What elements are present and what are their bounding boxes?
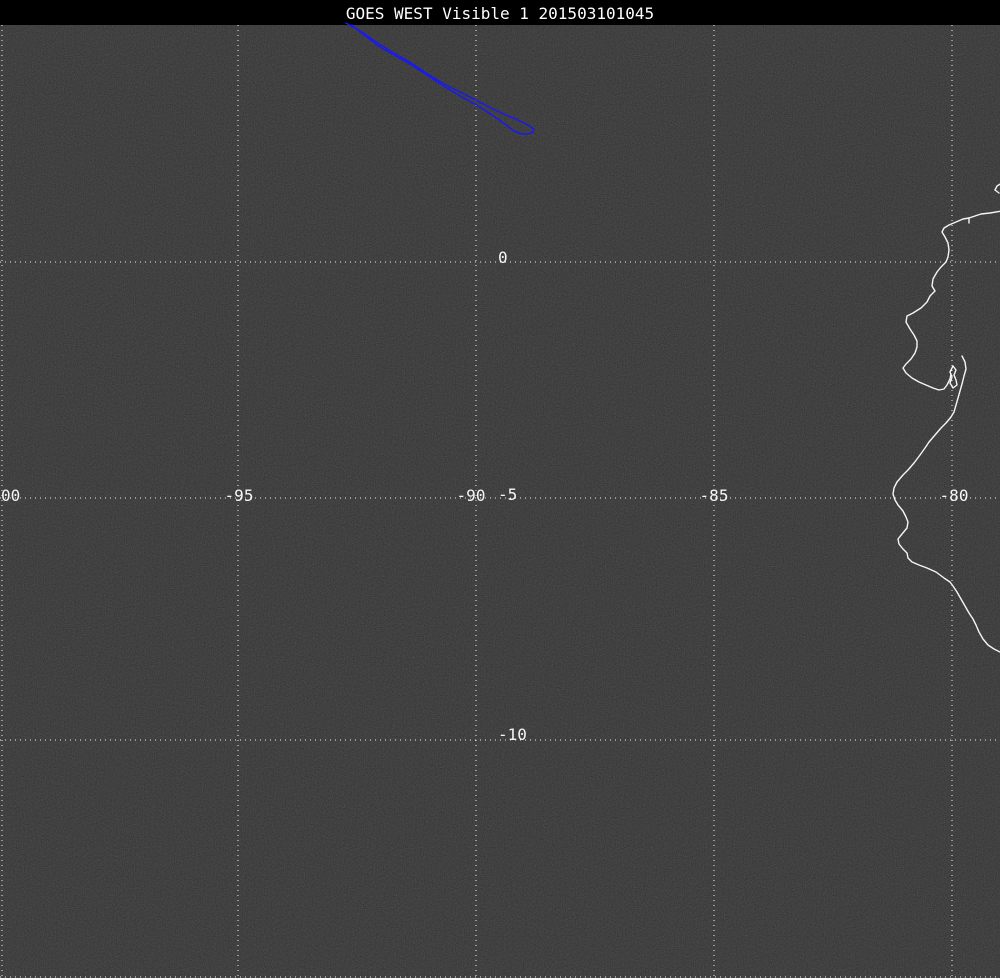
longitude-label: 00 bbox=[1, 486, 20, 505]
latitude-label: 0 bbox=[498, 248, 508, 267]
satellite-viewer-window: 00 -95 -90 -85 -80 0 -5 -10 GOES WEST Visible 1… bbox=[0, 0, 1000, 978]
image-title: GOES WEST Visible 1 201503101045 bbox=[346, 4, 654, 23]
longitude-label: -95 bbox=[225, 486, 254, 505]
longitude-label: -80 bbox=[940, 486, 969, 505]
latitude-label: -5 bbox=[498, 485, 517, 504]
latitude-label: -10 bbox=[498, 725, 527, 744]
longitude-label: -90 bbox=[457, 486, 486, 505]
longitude-label: -85 bbox=[700, 486, 729, 505]
satellite-image-canvas: 00 -95 -90 -85 -80 0 -5 -10 GOES WEST Visible 1… bbox=[0, 0, 1000, 978]
